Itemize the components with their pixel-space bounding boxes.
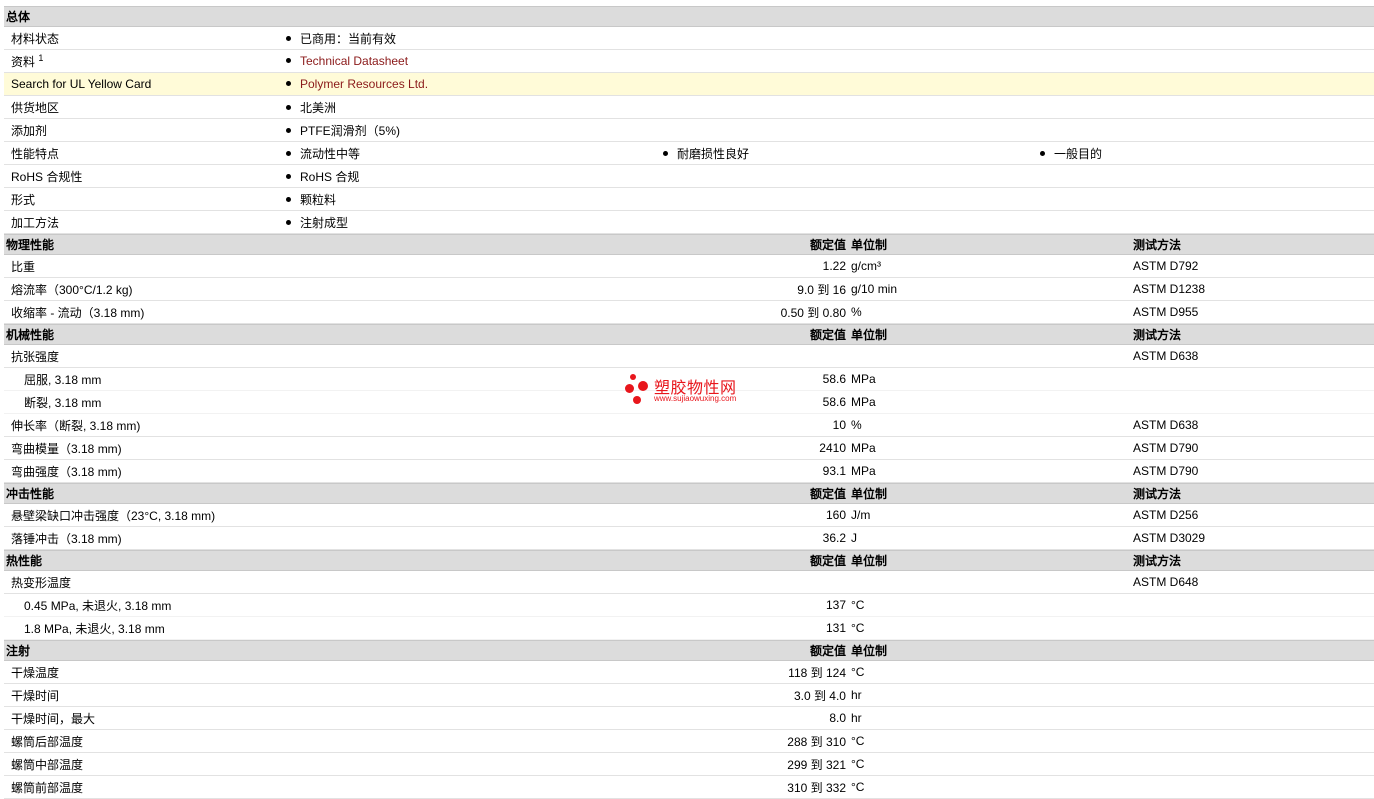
section-header-thermal: 热性能 额定值 单位制 测试方法	[4, 550, 1374, 571]
table-row: 落锤冲击（3.18 mm) 36.2 J ASTM D3029	[4, 527, 1374, 550]
row-material-status: 材料状态 已商用：当前有效	[4, 27, 1374, 50]
row-processing: 加工方法 注射成型	[4, 211, 1374, 234]
table-row: 比重 1.22 g/cm³ ASTM D792	[4, 255, 1374, 278]
watermark-logo: 塑胶物性网 www.sujiaowuxing.com	[622, 372, 762, 408]
section-header-physical: 物理性能 额定值 单位制 测试方法	[4, 234, 1374, 255]
bullet-icon	[663, 150, 668, 156]
bullet-icon	[286, 219, 291, 225]
header-unit: 单位制	[851, 487, 888, 501]
bullet-icon	[286, 196, 291, 202]
section-title: 热性能	[6, 554, 43, 568]
logo-dot-icon	[630, 374, 636, 380]
bullet-icon	[286, 104, 291, 110]
header-method: 测试方法	[1133, 487, 1182, 501]
header-value: 额定值	[809, 644, 846, 658]
bullet-icon	[286, 81, 291, 87]
header-method: 测试方法	[1133, 328, 1182, 342]
bullet-icon	[286, 58, 291, 64]
section-title: 机械性能	[6, 328, 55, 342]
row-region: 供货地区 北美洲	[4, 96, 1374, 119]
section-title: 注射	[6, 644, 31, 658]
logo-dot-icon	[633, 396, 641, 404]
row-rohs: RoHS 合规性 RoHS 合规	[4, 165, 1374, 188]
table-row: 热变形温度 ASTM D648	[4, 571, 1374, 594]
bullet-icon	[286, 173, 291, 179]
table-row: 螺筒前部温度 310 到 332 °C	[4, 776, 1374, 799]
table-row: 收缩率 - 流动（3.18 mm) 0.50 到 0.80 % ASTM D95…	[4, 301, 1374, 324]
table-row: 干燥温度 118 到 124 °C	[4, 661, 1374, 684]
header-unit: 单位制	[851, 554, 888, 568]
bullet-icon	[1040, 150, 1045, 156]
header-unit: 单位制	[851, 238, 888, 252]
logo-dot-icon	[625, 384, 634, 393]
table-row: 螺筒后部温度 288 到 310 °C	[4, 730, 1374, 753]
header-unit: 单位制	[851, 644, 888, 658]
table-row: 弯曲模量（3.18 mm) 2410 MPa ASTM D790	[4, 437, 1374, 460]
logo-dot-icon	[638, 381, 648, 391]
header-value: 额定值	[809, 328, 846, 342]
header-value: 额定值	[809, 487, 846, 501]
header-value: 额定值	[809, 238, 846, 252]
row-form: 形式 颗粒料	[4, 188, 1374, 211]
table-row: 弯曲强度（3.18 mm) 93.1 MPa ASTM D790	[4, 460, 1374, 483]
section-title: 总体	[6, 10, 31, 24]
row-source: 资料 1 Technical Datasheet	[4, 50, 1374, 73]
section-header-general: 总体	[4, 6, 1374, 27]
header-method: 测试方法	[1133, 554, 1182, 568]
header-method: 测试方法	[1133, 238, 1182, 252]
bullet-icon	[286, 127, 291, 133]
bullet-icon	[286, 35, 291, 41]
header-value: 额定值	[809, 554, 846, 568]
row-additive: 添加剂 PTFE润滑剂（5%)	[4, 119, 1374, 142]
header-unit: 单位制	[851, 328, 888, 342]
table-row: 干燥时间，最大 8.0 hr	[4, 707, 1374, 730]
section-title: 冲击性能	[6, 487, 55, 501]
table-row: 1.8 MPa, 未退火, 3.18 mm 131 °C	[4, 617, 1374, 640]
row-ul-yellow-card: Search for UL Yellow Card Polymer Resour…	[4, 73, 1374, 96]
row-features: 性能特点 流动性中等 耐磨损性良好 一般目的	[4, 142, 1374, 165]
section-header-impact: 冲击性能 额定值 单位制 测试方法	[4, 483, 1374, 504]
ul-yellow-card-link[interactable]: Search for UL Yellow Card	[11, 77, 151, 91]
section-header-injection: 注射 额定值 单位制	[4, 640, 1374, 661]
footnote-marker: 1	[38, 52, 44, 63]
section-title: 物理性能	[6, 238, 55, 252]
table-row: 干燥时间 3.0 到 4.0 hr	[4, 684, 1374, 707]
table-row: 螺筒中部温度 299 到 321 °C	[4, 753, 1374, 776]
table-row: 伸长率（断裂, 3.18 mm) 10 % ASTM D638	[4, 414, 1374, 437]
table-row: 悬壁梁缺口冲击强度（23°C, 3.18 mm) 160 J/m ASTM D2…	[4, 504, 1374, 527]
section-header-mechanical: 机械性能 额定值 单位制 测试方法	[4, 324, 1374, 345]
table-row: 0.45 MPa, 未退火, 3.18 mm 137 °C	[4, 594, 1374, 617]
watermark-url: www.sujiaowuxing.com	[654, 394, 737, 403]
supplier-link[interactable]: Polymer Resources Ltd.	[300, 77, 428, 91]
table-row: 熔流率（300°C/1.2 kg) 9.0 到 16 g/10 min ASTM…	[4, 278, 1374, 301]
technical-datasheet-link[interactable]: Technical Datasheet	[300, 54, 408, 68]
bullet-icon	[286, 150, 291, 156]
table-row: 抗张强度 ASTM D638	[4, 345, 1374, 368]
